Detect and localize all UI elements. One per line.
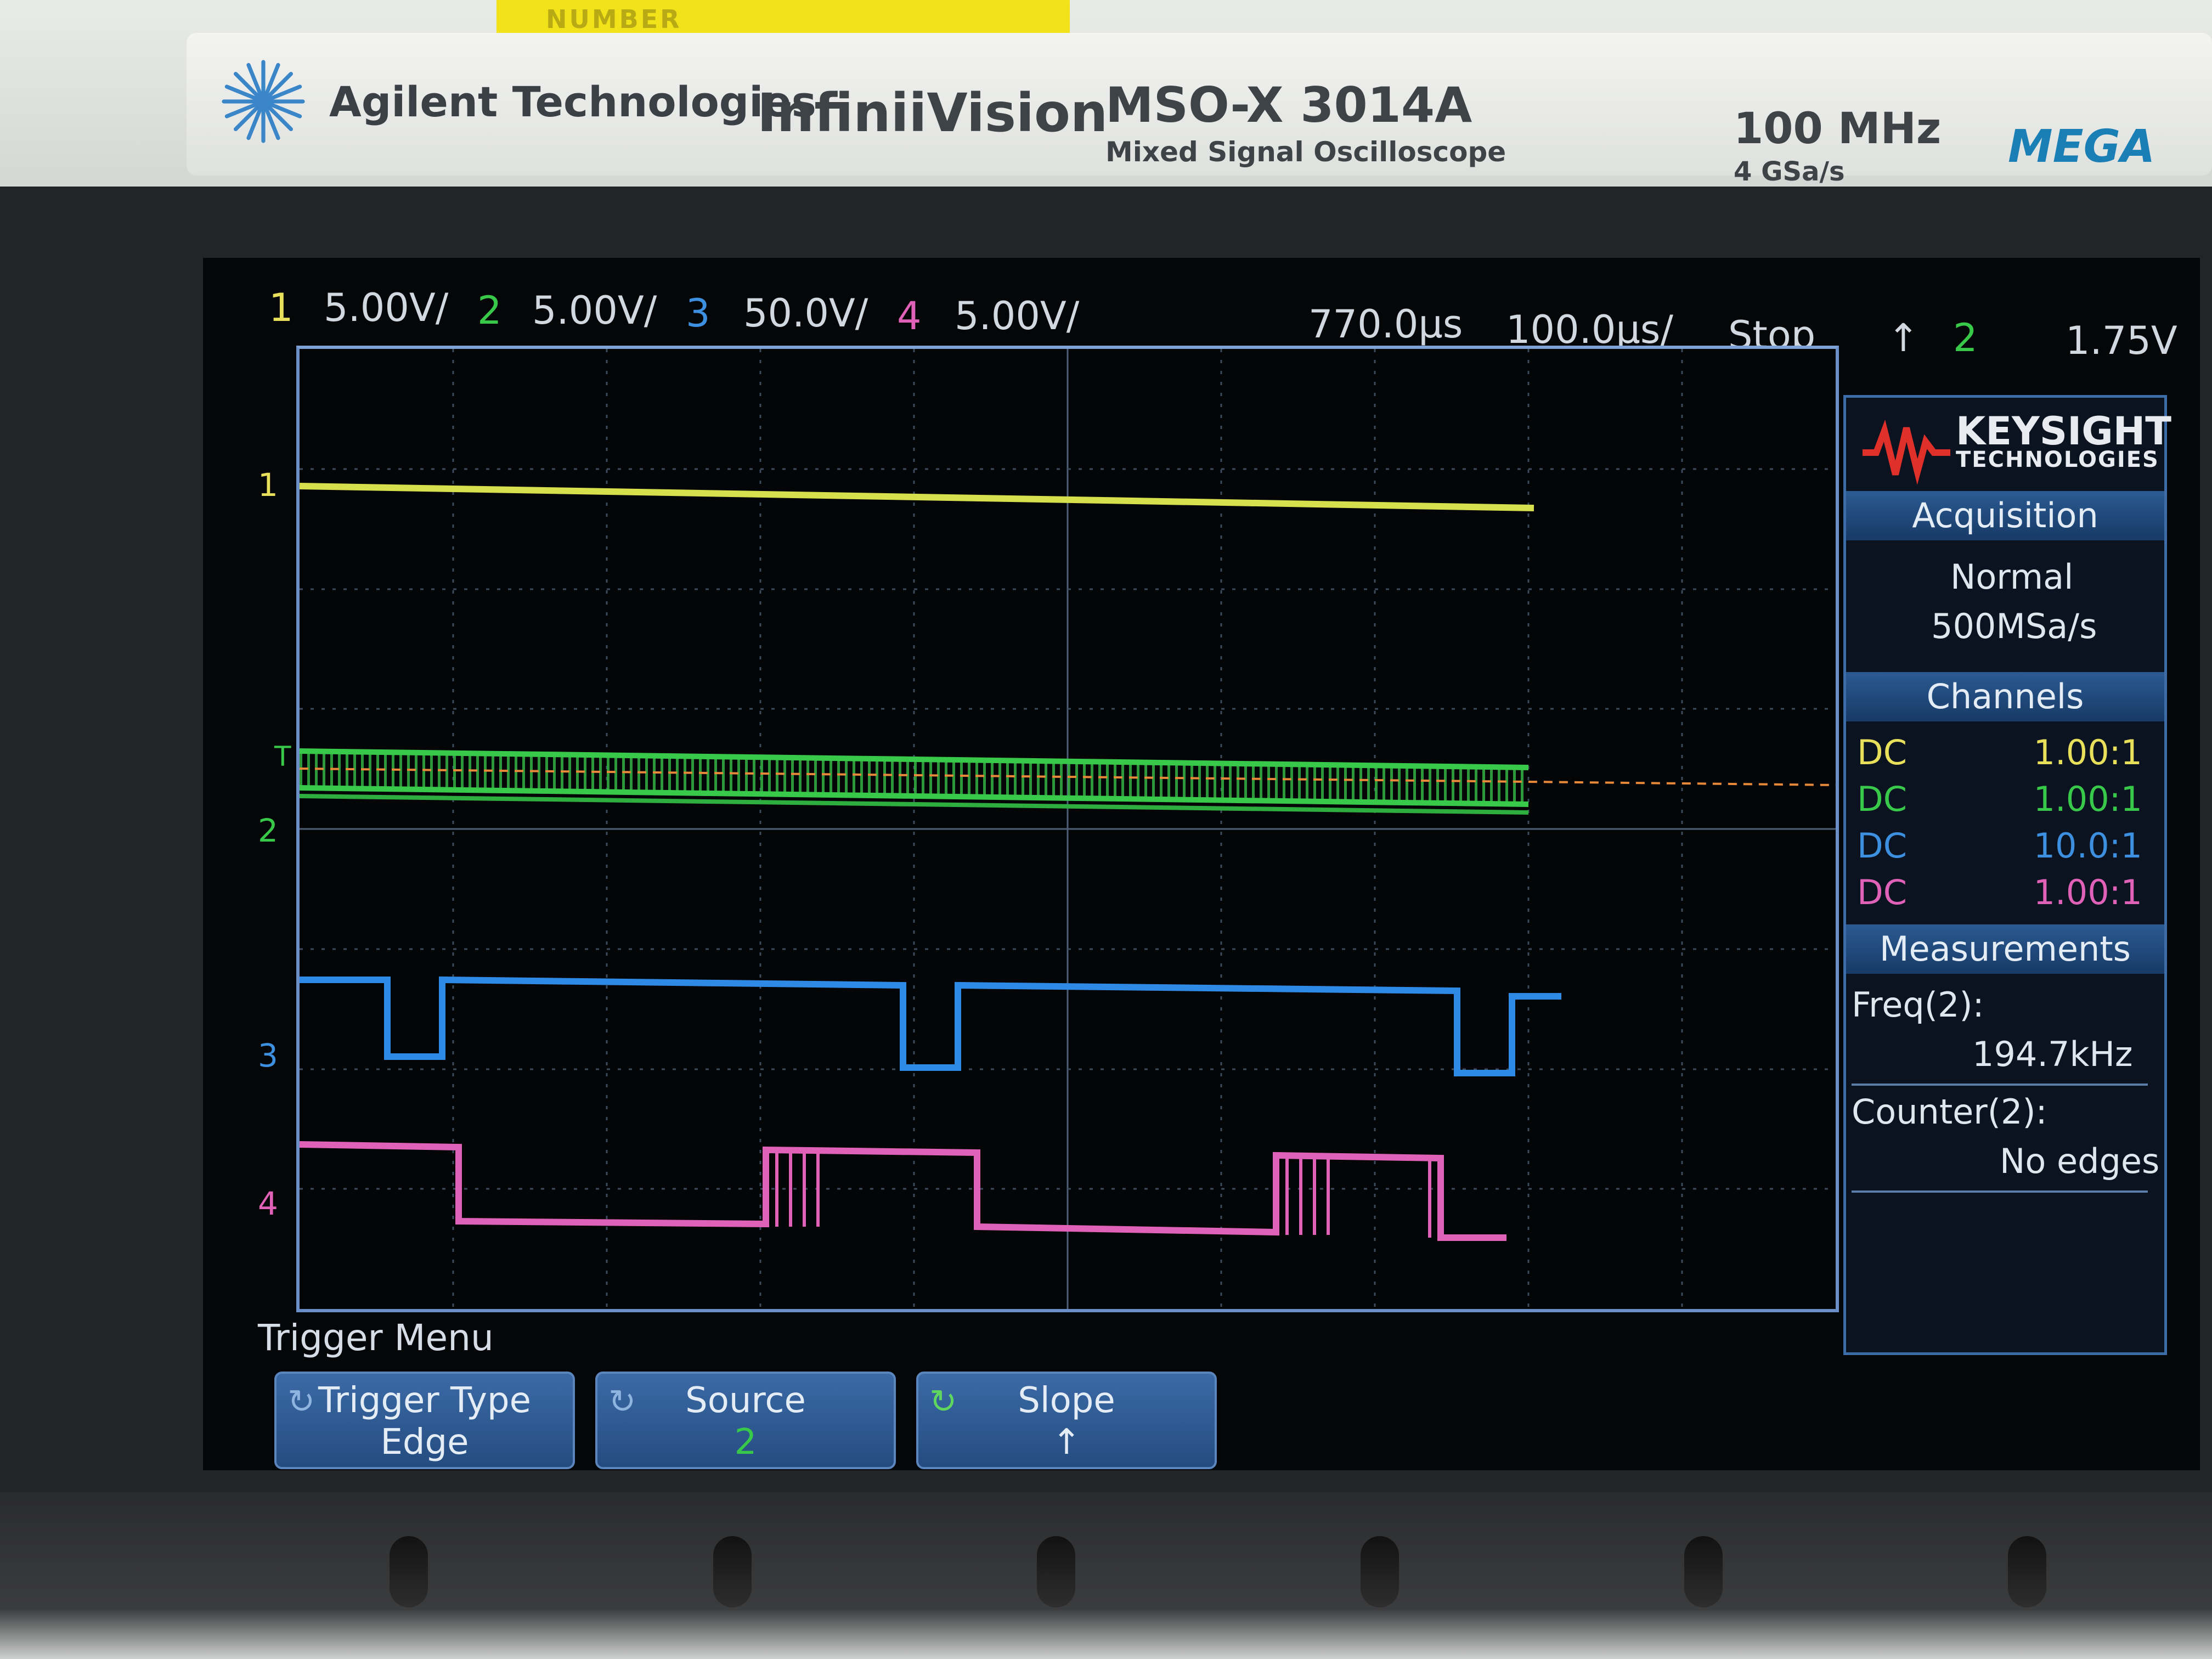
measurements-header[interactable]: Measurements xyxy=(1846,924,2164,974)
channels-header[interactable]: Channels xyxy=(1846,672,2164,721)
agilent-spark-logo-icon xyxy=(222,60,305,143)
slope-rising-edge-icon: ↑ xyxy=(1052,1422,1081,1463)
waveform-display xyxy=(300,349,1836,1309)
trigger-source[interactable]: 2 xyxy=(1953,315,1978,360)
ch4-burst-edges xyxy=(775,1150,1431,1238)
oscilloscope-screen: 1 5.00V/ 2 5.00V/ 3 50.0V/ 4 5.00V/ 770.… xyxy=(203,258,2200,1470)
ch3-scale[interactable]: 50.0V/ xyxy=(743,291,868,336)
instrument-bottom-bezel xyxy=(0,1492,2212,1659)
info-side-panel: KEYSIGHT TECHNOLOGIES Acquisition Normal… xyxy=(1843,395,2171,1355)
softkey-button[interactable] xyxy=(390,1536,428,1607)
ch4-scale[interactable]: 5.00V/ xyxy=(955,294,1079,338)
softkey-menu-title: Trigger Menu xyxy=(258,1317,494,1359)
time-position[interactable]: 770.0µs xyxy=(1308,302,1463,347)
ch2-coupling: DC xyxy=(1857,779,1908,819)
sticker-text: NUMBER xyxy=(546,4,682,34)
source-softkey[interactable]: ↻ Source 2 xyxy=(595,1372,896,1469)
ch1-probe-ratio: 1.00:1 xyxy=(2033,732,2142,772)
brand-block: Agilent Technologies xyxy=(214,60,817,143)
acquisition-header[interactable]: Acquisition xyxy=(1846,491,2164,540)
channel-row-2: DC 1.00:1 xyxy=(1857,779,2153,823)
freq-measurement-value: 194.7kHz xyxy=(1972,1034,2133,1074)
trigger-edge-icon: ↑ xyxy=(1887,315,1920,360)
softkey-button[interactable] xyxy=(1684,1536,1723,1607)
ch4-number[interactable]: 4 xyxy=(897,294,922,338)
trigger-level[interactable]: 1.75V xyxy=(2066,318,2177,363)
measurement-divider xyxy=(1852,1190,2148,1193)
softkey-value: Edge xyxy=(380,1422,469,1463)
acquisition-rate: 500MSa/s xyxy=(1931,606,2097,646)
ch4-trace xyxy=(300,1141,1506,1241)
softkey-button[interactable] xyxy=(2008,1536,2046,1607)
acquisition-mode: Normal xyxy=(1950,557,2074,597)
channel-row-3: DC 10.0:1 xyxy=(1857,826,2153,870)
softkey-label: Slope xyxy=(1018,1380,1115,1421)
counter-measurement-value: No edges xyxy=(2000,1141,2160,1181)
freq-measurement-label: Freq(2): xyxy=(1852,985,1984,1025)
waveform-graticule[interactable] xyxy=(296,346,1839,1312)
ch4-coupling: DC xyxy=(1857,872,1908,912)
softkey-label: Source xyxy=(685,1380,806,1421)
bandwidth-label: 100 MHz xyxy=(1734,104,1942,154)
counter-measurement-label: Counter(2): xyxy=(1852,1092,2047,1132)
ch2-probe-ratio: 1.00:1 xyxy=(2033,779,2142,819)
measurement-divider xyxy=(1852,1084,2148,1086)
ch1-scale[interactable]: 5.00V/ xyxy=(324,285,448,330)
series-name: InfiniiVision xyxy=(757,82,1108,144)
trigger-marker[interactable]: T xyxy=(274,741,291,772)
ch2-number[interactable]: 2 xyxy=(477,288,502,333)
softkey-button[interactable] xyxy=(713,1536,752,1607)
trigger-type-softkey[interactable]: ↻ Trigger Type Edge xyxy=(274,1372,575,1469)
ch2-ground-marker[interactable]: 2 xyxy=(258,812,278,849)
channel-row-4: DC 1.00:1 xyxy=(1857,872,2153,916)
softkey-value: 2 xyxy=(734,1422,757,1463)
ch4-ground-marker[interactable]: 4 xyxy=(258,1185,278,1222)
megazoom-badge: MEGA xyxy=(2008,121,2155,173)
sample-rate-label: 4 GSa/s xyxy=(1734,156,1845,187)
ch3-probe-ratio: 10.0:1 xyxy=(2033,826,2142,866)
keysight-wave-logo-icon xyxy=(1863,420,1950,485)
model-subtitle: Mixed Signal Oscilloscope xyxy=(1105,136,1506,168)
ch1-coupling: DC xyxy=(1857,732,1908,772)
model-name: MSO-X 3014A xyxy=(1105,77,1472,133)
ch1-trace xyxy=(300,483,1534,511)
softkey-label: Trigger Type xyxy=(318,1380,532,1421)
ch4-probe-ratio: 1.00:1 xyxy=(2033,872,2142,912)
softkey-button[interactable] xyxy=(1037,1536,1075,1607)
ch3-coupling: DC xyxy=(1857,826,1908,866)
ch1-number[interactable]: 1 xyxy=(269,285,294,330)
slope-softkey[interactable]: ↻ Slope ↑ xyxy=(916,1372,1217,1469)
channel-row-1: DC 1.00:1 xyxy=(1857,732,2153,776)
ch3-trace xyxy=(300,976,1561,1076)
ch2-trace xyxy=(300,748,1529,815)
keysight-logo-subtext: TECHNOLOGIES xyxy=(1956,447,2159,472)
brand-name: Agilent Technologies xyxy=(329,77,817,126)
ch3-number[interactable]: 3 xyxy=(686,291,710,336)
ch1-ground-marker[interactable]: 1 xyxy=(258,466,278,504)
ch2-scale[interactable]: 5.00V/ xyxy=(532,288,657,333)
softkey-button[interactable] xyxy=(1361,1536,1399,1607)
ch3-ground-marker[interactable]: 3 xyxy=(258,1037,278,1074)
